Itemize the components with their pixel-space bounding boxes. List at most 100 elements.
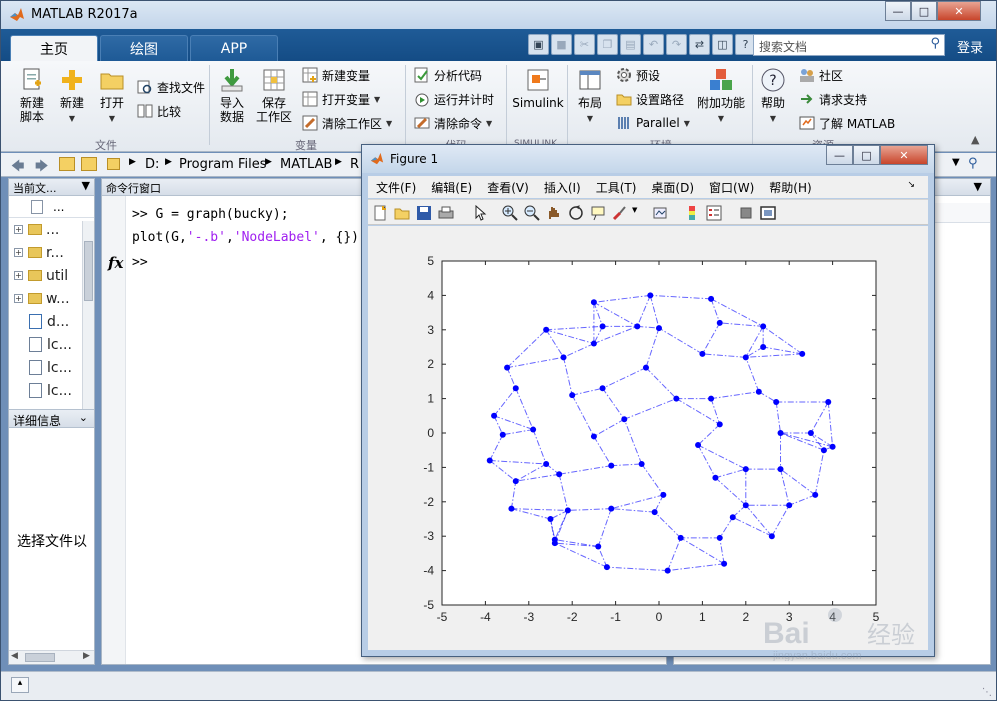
graph-node[interactable]	[595, 543, 602, 550]
learn-matlab-button[interactable]: 了解 MATLAB	[799, 113, 895, 133]
scroll-left-icon[interactable]: ◀	[11, 651, 18, 661]
function-browser-icon[interactable]: fx	[108, 254, 123, 272]
show-plot-tools-icon[interactable]	[760, 205, 776, 221]
graph-node[interactable]	[504, 364, 511, 371]
menu-window[interactable]: 窗口(W)	[709, 179, 754, 196]
graph-node[interactable]	[608, 505, 615, 512]
vertical-scrollbar[interactable]	[82, 221, 94, 409]
open-variable-dropdown-icon[interactable]: ▼	[374, 95, 380, 104]
preferences-button[interactable]: 预设	[616, 65, 660, 85]
graph-node[interactable]	[773, 399, 780, 406]
graph-node[interactable]	[603, 564, 610, 571]
layout-dropdown-icon[interactable]: ▼	[587, 114, 593, 123]
request-support-button[interactable]: 请求支持	[799, 89, 867, 109]
status-menu-icon[interactable]: ▴	[11, 677, 29, 693]
graph-node[interactable]	[829, 443, 836, 450]
cut-icon[interactable]: ✂	[574, 34, 595, 55]
community-button[interactable]: 社区	[799, 65, 843, 85]
help-dropdown-icon[interactable]: ▼	[770, 114, 776, 123]
brush-icon[interactable]	[612, 205, 628, 221]
details-header[interactable]: 详细信息 ⌄	[9, 409, 94, 428]
zoom-in-icon[interactable]	[502, 205, 518, 221]
clear-workspace-dropdown-icon[interactable]: ▼	[386, 119, 392, 128]
graph-node[interactable]	[825, 399, 832, 406]
resize-grip-icon[interactable]: ⋱	[982, 687, 992, 698]
graph-node[interactable]	[777, 466, 784, 473]
brush-dropdown-icon[interactable]: ▼	[632, 206, 637, 214]
search-documentation-input[interactable]: 搜索文档 ⚲	[753, 34, 945, 56]
open-dropdown-icon[interactable]: ▼	[109, 114, 115, 123]
graph-node[interactable]	[642, 364, 649, 371]
graph-node[interactable]	[742, 502, 749, 509]
parallel-dropdown-icon[interactable]: ▼	[684, 119, 690, 128]
graph-node[interactable]	[634, 323, 641, 330]
graph-node[interactable]	[742, 466, 749, 473]
graph-node[interactable]	[712, 474, 719, 481]
zoom-out-icon[interactable]	[524, 205, 540, 221]
clear-workspace-button[interactable]: 清除工作区 ▼	[302, 113, 392, 133]
menu-tools[interactable]: 工具(T)	[596, 179, 637, 196]
menu-help[interactable]: 帮助(H)	[769, 179, 811, 196]
graph-node[interactable]	[812, 491, 819, 498]
window-layout-icon[interactable]: ◫	[712, 34, 733, 55]
graph-node[interactable]	[499, 431, 506, 438]
dock-arrow-icon[interactable]: ↘	[907, 180, 915, 190]
simulink-button[interactable]: Simulink	[512, 67, 564, 110]
redo-icon[interactable]: ↷	[666, 34, 687, 55]
graph-node[interactable]	[543, 326, 550, 333]
run-and-time-button[interactable]: 运行并计时	[414, 89, 494, 109]
open-button[interactable]: 打开 ▼	[95, 67, 129, 126]
graph-node[interactable]	[530, 426, 537, 433]
graph-node[interactable]	[590, 299, 597, 306]
paste-icon[interactable]: ▤	[620, 34, 641, 55]
new-button[interactable]: 新建 ▼	[55, 67, 89, 126]
graph-node[interactable]	[590, 340, 597, 347]
minimize-button[interactable]: —	[885, 1, 911, 21]
graph-node[interactable]	[677, 534, 684, 541]
graph-node[interactable]	[621, 416, 628, 423]
analyze-code-button[interactable]: 分析代码	[414, 65, 482, 85]
login-link[interactable]: 登录	[957, 37, 983, 56]
undo-icon[interactable]: ↶	[643, 34, 664, 55]
graph-node[interactable]	[656, 325, 662, 332]
graph-node[interactable]	[708, 395, 715, 402]
scroll-right-icon[interactable]: ▶	[83, 651, 90, 661]
figure-canvas[interactable]: -5-4-3-2-1012345-5-4-3-2-1012345	[368, 226, 928, 650]
graph-node[interactable]	[695, 442, 702, 449]
data-cursor-icon[interactable]	[590, 205, 606, 221]
graph-node[interactable]	[799, 350, 806, 357]
graph-node[interactable]	[664, 567, 671, 574]
compare-button[interactable]: 比较	[137, 101, 181, 121]
menu-insert[interactable]: 插入(I)	[544, 179, 581, 196]
graph-node[interactable]	[777, 430, 784, 436]
figure-close-button[interactable]: ✕	[880, 145, 928, 165]
tab-plots[interactable]: 绘图	[100, 35, 188, 61]
search-folder-icon[interactable]: ⚲	[968, 156, 978, 171]
graph-node[interactable]	[551, 536, 558, 543]
graph-node[interactable]	[807, 430, 814, 436]
scrollbar-thumb[interactable]	[84, 241, 93, 301]
command-prompt[interactable]: >>	[132, 255, 148, 270]
new-figure-icon[interactable]	[372, 205, 388, 221]
graph-node[interactable]	[716, 421, 723, 428]
copy-icon[interactable]: ❐	[597, 34, 618, 55]
scrollbar-thumb[interactable]	[25, 653, 55, 662]
graph-node[interactable]	[508, 505, 515, 512]
quick-access-icon[interactable]: ▣	[528, 34, 549, 55]
rotate-3d-icon[interactable]	[568, 205, 584, 221]
tab-apps[interactable]: APP	[190, 35, 278, 61]
graph-node[interactable]	[729, 514, 736, 521]
graph-node[interactable]	[755, 388, 762, 395]
graph-node[interactable]	[820, 447, 827, 454]
horizontal-scrollbar[interactable]: ◀ ▶	[9, 650, 94, 664]
set-path-button[interactable]: 设置路径	[616, 89, 684, 109]
colorbar-icon[interactable]	[684, 205, 700, 221]
open-file-icon[interactable]	[394, 205, 410, 221]
menu-file[interactable]: 文件(F)	[376, 179, 416, 196]
menu-edit[interactable]: 编辑(E)	[431, 179, 472, 196]
graph-node[interactable]	[647, 292, 654, 299]
graph-node[interactable]	[599, 323, 606, 330]
graph-node[interactable]	[590, 433, 597, 440]
save-figure-icon[interactable]	[416, 205, 432, 221]
clear-commands-button[interactable]: 清除命令 ▼	[414, 113, 492, 133]
